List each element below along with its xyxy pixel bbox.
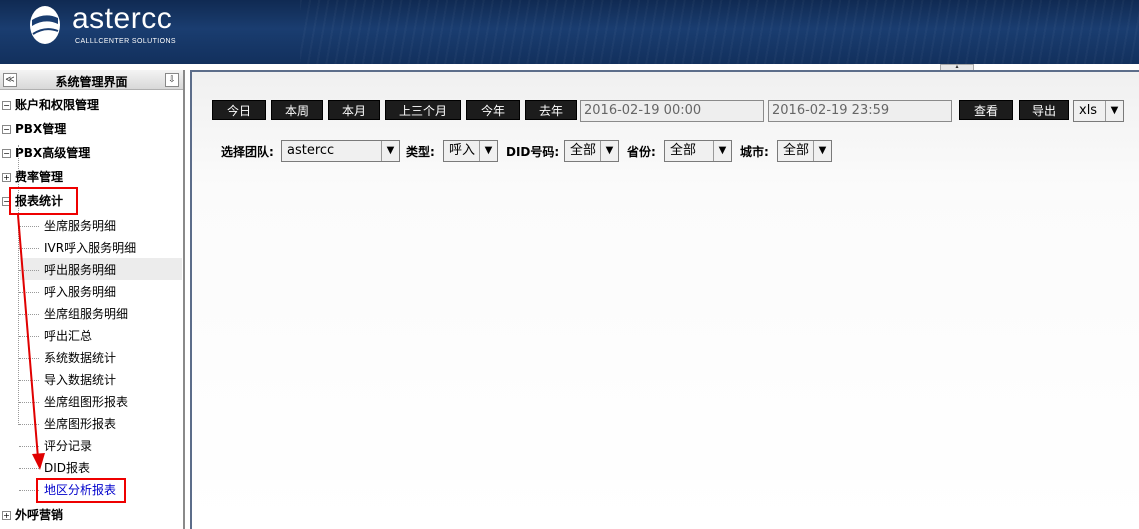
tree-connector [19,468,39,469]
expand-icon[interactable]: + [2,511,11,520]
did-select[interactable]: 全部 ▼ [564,140,619,162]
sidebar-report-item[interactable]: 坐席图形报表 [44,414,116,434]
range-button[interactable]: 今日 [212,100,266,120]
collapse-sidebar-icon[interactable]: ≪ [3,73,17,87]
range-button[interactable]: 去年 [525,100,577,120]
select-value: 全部 [783,143,810,158]
sidebar-report-item[interactable]: 呼出服务明细 [44,260,116,280]
tree-connector [19,380,39,381]
end-date-input[interactable]: 2016-02-19 23:59 [768,100,952,122]
tree-connector [19,292,39,293]
astercc-logo-icon [30,6,60,44]
select-value: 全部 [670,143,697,158]
dropdown-arrow-icon: ▼ [600,141,618,161]
city-select[interactable]: 全部 ▼ [777,140,832,162]
tree-connector [19,446,39,447]
sidebar-report-item[interactable]: 坐席组服务明细 [44,304,128,324]
sidebar-section-outbound[interactable]: + 外呼营销 [2,505,63,525]
range-button[interactable]: 上三个月 [385,100,461,120]
logo-subtitle: CALLLCENTER SOLUTIONS [75,38,176,45]
dropdown-arrow-icon: ▼ [1105,101,1123,121]
section-label: 外呼营销 [15,508,64,522]
section-label: PBX管理 [15,122,67,136]
sidebar-report-item[interactable]: IVR呼入服务明细 [44,238,136,258]
sidebar-report-item[interactable]: 评分记录 [44,436,92,456]
select-value: xls [1079,103,1098,118]
sidebar-report-item[interactable]: 系统数据统计 [44,348,116,368]
sidebar-report-item[interactable]: 坐席组图形报表 [44,392,128,412]
city-label: 城市: [740,145,769,159]
sidebar-section-pbx[interactable]: − PBX管理 [2,119,66,139]
tree-connector [19,226,39,227]
select-value: astercc [287,143,335,158]
section-label: 账户和权限管理 [15,98,100,112]
collapse-icon[interactable]: − [2,125,11,134]
team-label: 选择团队: [221,145,274,159]
range-button[interactable]: 今年 [466,100,520,120]
type-select[interactable]: 呼入 ▼ [443,140,498,162]
select-value: 全部 [570,143,597,158]
start-date-input[interactable]: 2016-02-19 00:00 [580,100,764,122]
sidebar-report-item[interactable]: DID报表 [44,458,90,478]
dropdown-arrow-icon: ▼ [381,141,399,161]
tree-connector [19,314,39,315]
dropdown-arrow-icon: ▼ [479,141,497,161]
did-label: DID号码: [506,145,560,159]
dropdown-arrow-icon: ▼ [813,141,831,161]
range-button[interactable]: 本月 [328,100,380,120]
expand-icon[interactable]: + [2,173,11,182]
sidebar-report-item[interactable]: 呼入服务明细 [44,282,116,302]
app-header: astercc CALLLCENTER SOLUTIONS [0,0,1139,64]
sidebar-header: 系统管理界面 ≪ ⇩ [0,70,183,90]
sidebar-section-pbx-advanced[interactable]: − PBX高级管理 [2,143,90,163]
tree-connector [19,336,39,337]
sidebar-report-item[interactable]: 导入数据统计 [44,370,116,390]
team-select[interactable]: astercc ▼ [281,140,400,162]
main-panel [190,70,1139,529]
collapse-icon[interactable]: − [2,149,11,158]
dropdown-arrow-icon: ▼ [713,141,731,161]
sidebar-report-item[interactable]: 坐席服务明细 [44,216,116,236]
select-value: 呼入 [449,143,476,158]
annotation-box-region-report [36,478,126,503]
province-select[interactable]: 全部 ▼ [664,140,732,162]
annotation-box-reports [9,187,78,215]
logo-text: astercc [72,2,173,35]
section-label: PBX高级管理 [15,146,91,160]
type-label: 类型: [406,145,435,159]
tree-connector [19,358,39,359]
sidebar-title: 系统管理界面 [55,75,128,89]
sidebar-section-rates[interactable]: + 费率管理 [2,167,63,187]
tree-connector [19,270,39,271]
sidebar-section-accounts[interactable]: − 账户和权限管理 [2,95,99,115]
tree-connector [19,424,39,425]
sidebar-report-item[interactable]: 呼出汇总 [44,326,92,346]
pin-sidebar-icon[interactable]: ⇩ [165,73,179,87]
export-button[interactable]: 导出 [1019,100,1069,120]
tree-connector [19,248,39,249]
tree-connector [19,402,39,403]
export-format-select[interactable]: xls ▼ [1073,100,1124,122]
collapse-icon[interactable]: − [2,101,11,110]
view-button[interactable]: 查看 [959,100,1013,120]
section-label: 费率管理 [15,170,64,184]
province-label: 省份: [627,145,656,159]
range-button[interactable]: 本周 [271,100,323,120]
